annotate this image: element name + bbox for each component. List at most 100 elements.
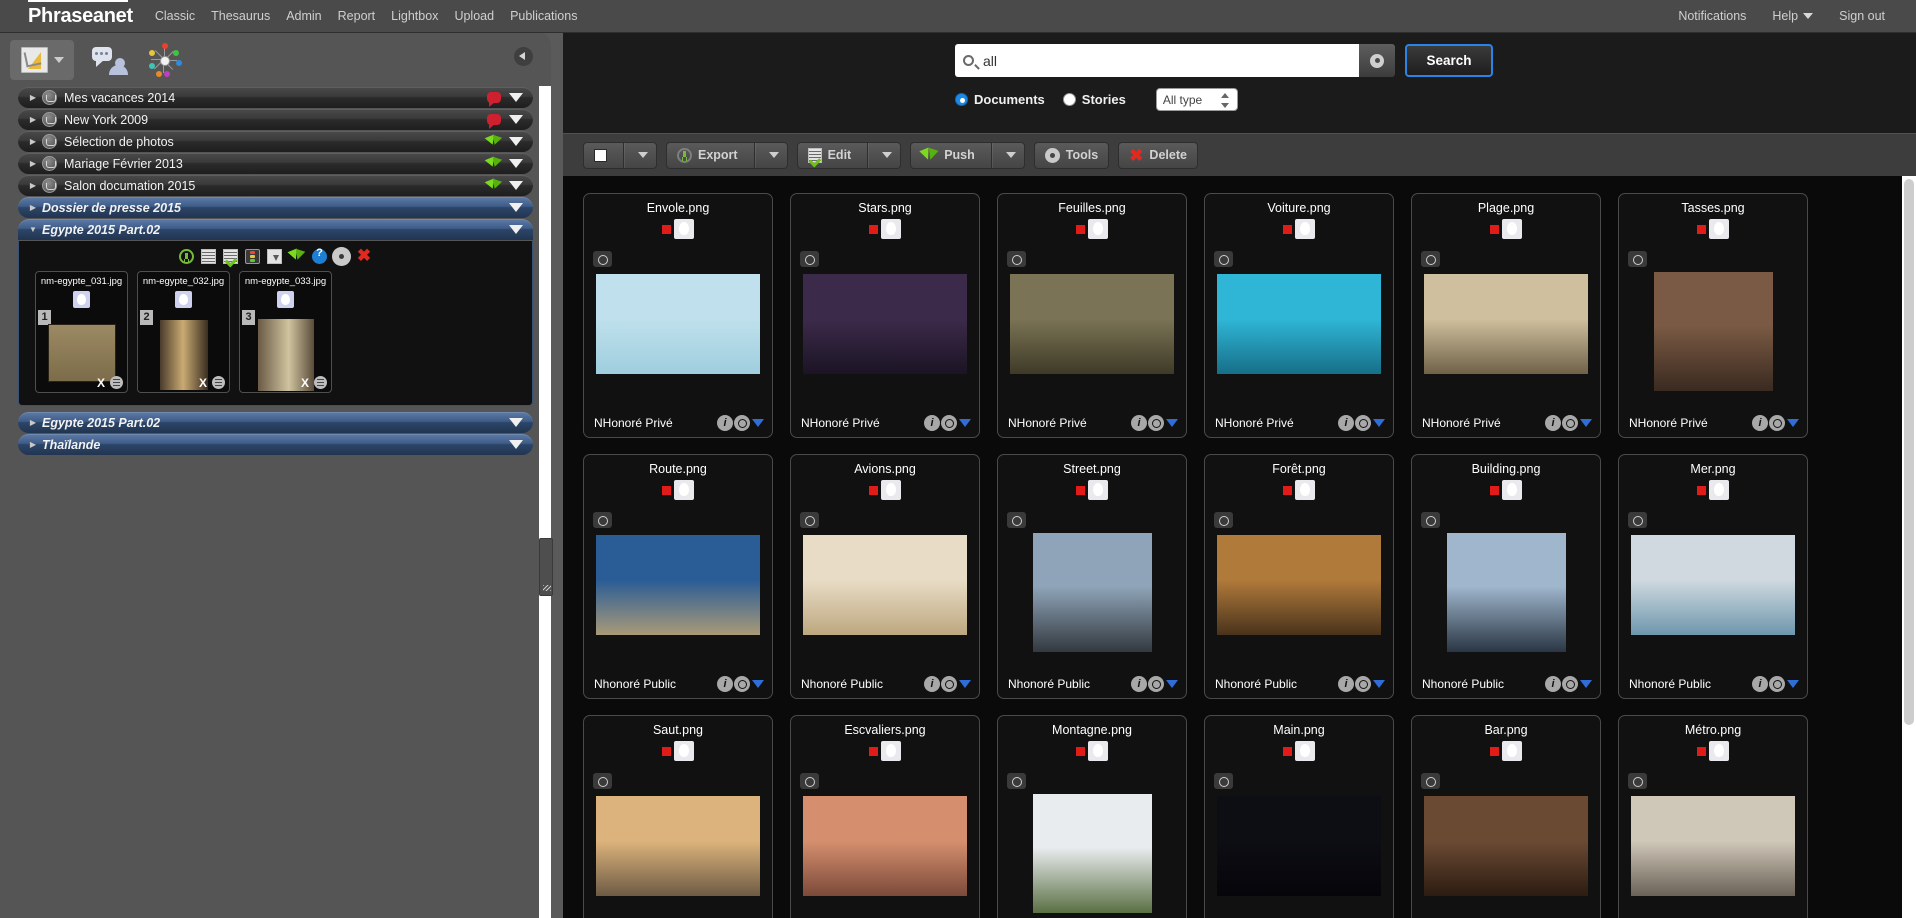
results-scrollbar-thumb[interactable] (1904, 179, 1914, 725)
result-card[interactable]: Building.pngNhonoré Publici (1411, 454, 1601, 699)
zoom-icon[interactable] (1355, 676, 1371, 692)
expander-icon[interactable]: ▶ (24, 115, 42, 124)
sidebar-resize-handle[interactable] (539, 538, 553, 596)
sign-out-link[interactable]: Sign out (1826, 0, 1898, 33)
chevron-down-icon[interactable] (1166, 419, 1178, 427)
settings-icon[interactable] (334, 249, 349, 264)
expander-icon[interactable]: ▶ (24, 159, 42, 168)
search-input[interactable] (983, 53, 1359, 69)
menu-icon[interactable] (314, 376, 327, 389)
sidebar-item-story[interactable]: ▶ Dossier de presse 2015 (18, 197, 533, 218)
sidebar-item-basket[interactable]: ▶ Mariage Février 2013 (18, 153, 533, 174)
remove-icon[interactable]: X (199, 376, 207, 390)
export-control[interactable]: Export (666, 142, 788, 169)
result-card[interactable]: Métro.pngNhonoré Publici (1618, 715, 1808, 918)
result-card-thumbnail[interactable] (1010, 274, 1174, 374)
zoom-icon[interactable] (1769, 415, 1785, 431)
sidebar-item-story[interactable]: ▶ Thaïlande (18, 434, 533, 455)
help-icon[interactable] (312, 249, 327, 264)
edit-control[interactable]: Edit (797, 142, 902, 169)
tools-button[interactable]: Tools (1034, 142, 1109, 169)
result-card[interactable]: Montagne.pngNhonoré Publici (997, 715, 1187, 918)
sidebar-item-basket[interactable]: ▶ Mes vacances 2014 (18, 87, 533, 108)
result-card-thumbnail[interactable] (803, 274, 967, 374)
info-icon[interactable]: i (1338, 415, 1354, 431)
info-icon[interactable]: i (1338, 676, 1354, 692)
download-icon[interactable] (179, 249, 194, 264)
result-card-thumbnail[interactable] (1631, 535, 1795, 635)
chevron-down-icon[interactable] (509, 418, 523, 427)
chevron-down-icon[interactable] (1373, 680, 1385, 688)
export-dropdown[interactable] (761, 143, 787, 168)
chevron-down-icon[interactable] (509, 93, 523, 102)
result-card[interactable]: Stars.pngNHonoré Privéi (790, 193, 980, 438)
sidebar-item-feedback[interactable] (86, 40, 132, 80)
chevron-down-icon[interactable] (959, 680, 971, 688)
result-card[interactable]: Escvaliers.pngNhonoré Publici (790, 715, 980, 918)
result-card[interactable]: Main.pngNhonoré Publici (1204, 715, 1394, 918)
sidebar-item-basket[interactable]: ▶ New York 2009 (18, 109, 533, 130)
chevron-down-icon[interactable] (1580, 419, 1592, 427)
expander-icon[interactable]: ▶ (24, 440, 42, 449)
result-card-thumbnail[interactable] (1033, 533, 1152, 652)
push-dropdown[interactable] (998, 143, 1024, 168)
nav-link-admin[interactable]: Admin (278, 0, 329, 33)
sidebar-item-story-expanded[interactable]: ▼ Egypte 2015 Part.02 (18, 219, 533, 240)
edit-dropdown[interactable] (874, 143, 900, 168)
result-card[interactable]: Saut.pngNhonoré Publici (583, 715, 773, 918)
chevron-down-icon[interactable] (1580, 680, 1592, 688)
chevron-down-icon[interactable] (54, 57, 64, 63)
menu-icon[interactable] (110, 376, 123, 389)
result-card-thumbnail[interactable] (1631, 796, 1795, 896)
zoom-icon[interactable] (1769, 676, 1785, 692)
info-icon[interactable]: i (924, 415, 940, 431)
result-card[interactable]: Mer.pngNhonoré Publici (1618, 454, 1808, 699)
result-card-thumbnail[interactable] (1033, 794, 1152, 913)
info-icon[interactable]: i (1131, 415, 1147, 431)
zoom-icon[interactable] (1148, 676, 1164, 692)
delete-icon[interactable]: ✖ (356, 249, 372, 264)
push-control[interactable]: Push (910, 142, 1025, 169)
delete-button[interactable]: ✖ Delete (1118, 142, 1198, 169)
edit-button[interactable]: Edit (798, 143, 862, 168)
sidebar-collapse-button[interactable] (514, 47, 533, 66)
chevron-down-icon[interactable] (1373, 419, 1385, 427)
result-card[interactable]: Bar.pngNhonoré Publici (1411, 715, 1601, 918)
chevron-down-icon[interactable] (509, 440, 523, 449)
result-card[interactable]: Plage.pngNHonoré Privéi (1411, 193, 1601, 438)
push-icon[interactable] (289, 249, 305, 264)
menu-icon[interactable] (212, 376, 225, 389)
info-icon[interactable]: i (1545, 676, 1561, 692)
search-settings-button[interactable] (1359, 44, 1395, 77)
chevron-down-icon[interactable] (1166, 680, 1178, 688)
search-button[interactable]: Search (1405, 44, 1493, 77)
zoom-icon[interactable] (941, 676, 957, 692)
expander-icon[interactable]: ▶ (24, 181, 42, 190)
nav-link-classic[interactable]: Classic (147, 0, 203, 33)
result-card[interactable]: Tasses.pngNHonoré Privéi (1618, 193, 1808, 438)
expander-icon[interactable]: ▶ (24, 137, 42, 146)
chevron-down-icon[interactable] (1787, 419, 1799, 427)
notifications-link[interactable]: Notifications (1665, 0, 1759, 33)
sidebar-item-basket[interactable]: ▶ Sélection de photos (18, 131, 533, 152)
result-card-thumbnail[interactable] (803, 796, 967, 896)
result-card[interactable]: Envole.pngNHonoré Privéi (583, 193, 773, 438)
sidebar-scrollbar[interactable] (539, 86, 551, 918)
chevron-down-icon[interactable] (1787, 680, 1799, 688)
zoom-icon[interactable] (1562, 676, 1578, 692)
radio-stories[interactable] (1063, 93, 1076, 106)
info-icon[interactable]: i (717, 415, 733, 431)
chevron-down-icon[interactable] (509, 225, 523, 234)
validate-list-icon[interactable] (223, 249, 238, 264)
expander-icon[interactable]: ▶ (24, 93, 42, 102)
select-all-control[interactable] (583, 142, 657, 169)
info-icon[interactable]: i (1545, 415, 1561, 431)
chevron-down-icon[interactable] (959, 419, 971, 427)
result-card-thumbnail[interactable] (1217, 274, 1381, 374)
result-card[interactable]: Avions.pngNhonoré Publici (790, 454, 980, 699)
nav-link-lightbox[interactable]: Lightbox (383, 0, 446, 33)
nav-link-thesaurus[interactable]: Thesaurus (203, 0, 278, 33)
result-card[interactable]: Voiture.pngNHonoré Privéi (1204, 193, 1394, 438)
result-card[interactable]: Route.pngNhonoré Publici (583, 454, 773, 699)
result-card-thumbnail[interactable] (1424, 796, 1588, 896)
